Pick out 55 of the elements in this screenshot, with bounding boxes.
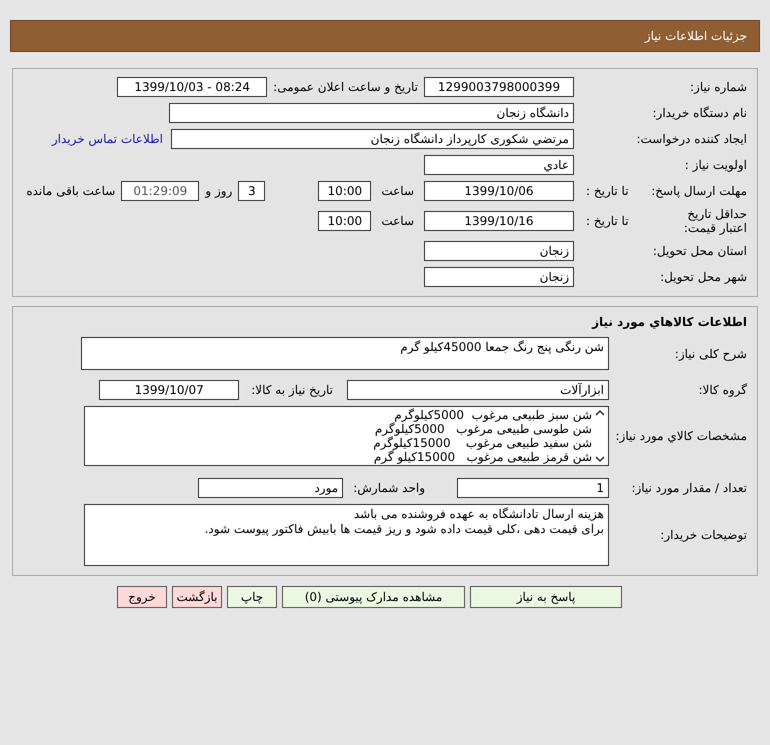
value-field: عادي	[424, 155, 574, 175]
field-label: مهلت ارسال پاسخ:	[651, 183, 747, 200]
value-field: مورد	[198, 478, 344, 498]
date-field: 1399/10/06	[424, 181, 574, 201]
field-label: شرح کلی نیاز:	[674, 346, 747, 360]
page-title: جزئیات اطلاعات نیاز	[644, 28, 747, 45]
buyer-contact-link[interactable]: اطلاعات تماس خریدار	[52, 130, 163, 148]
date-field: 1399/10/07	[99, 380, 240, 400]
description-field: شن رنگی پنج رنگ جمعا 45000کیلو گرم	[81, 337, 609, 370]
action-button[interactable]: چاپ	[227, 586, 277, 608]
action-button[interactable]: بازگشت	[172, 586, 222, 608]
field-label: ساعت باقی مانده	[26, 183, 116, 200]
field-label: گروه کالا:	[698, 383, 747, 397]
spec-line: شن سبز طبیعی مرغوب 5000کیلوگرم	[393, 408, 592, 422]
time-field: 10:00	[318, 181, 372, 201]
field-label: نام دستگاه خریدار:	[652, 106, 747, 120]
value-field: دانشگاه زنجان	[169, 103, 574, 123]
field-label: تا تاریخ :	[586, 213, 629, 230]
field-label: اولویت نیاز :	[684, 158, 747, 172]
spec-line: شن سفید طبیعی مرغوب 15000کیلوگرم	[373, 436, 592, 450]
field-label: تا تاریخ :	[586, 183, 629, 200]
field-label: ساعت	[381, 183, 414, 200]
value-field: زنجان	[424, 267, 574, 287]
time-field: 10:00	[318, 211, 372, 231]
action-button[interactable]: پاسخ به نیاز	[470, 586, 622, 608]
field-label: توضیحات خریدار:	[660, 528, 747, 542]
field-label: ایجاد کننده درخواست:	[636, 132, 747, 146]
scroll-up-icon[interactable]	[595, 409, 605, 416]
notes-field: هزینه ارسال تادانشگاه به عهده فروشنده می باشد برای قیمت دهی ،کلی قیمت داده شود و ریز قیمت ها بابیش فاکتور پیوست شود.	[84, 504, 609, 566]
field-label: روز و	[205, 183, 232, 200]
value-field: 1299003798000399	[424, 77, 574, 97]
spec-line: شن قرمز طبیعی مرغوب 15000کیلو گرم	[373, 450, 592, 464]
value-field: مرتضي شکوری کارپرداز دانشگاه زنجان	[171, 129, 574, 149]
field-label: شماره نیاز:	[690, 80, 747, 94]
field-label: شهر محل تحویل:	[660, 270, 747, 284]
field-label: تاریخ نیاز به کالا:	[251, 382, 333, 399]
section-title: اطلاعات کالاهاي مورد نیاز	[590, 314, 748, 331]
value-field: 1399/10/03 - 08:24	[117, 77, 268, 97]
field-label: مشخصات کالاي مورد نیاز:	[615, 429, 747, 443]
value-field: ابزارآلات	[347, 380, 609, 400]
days-field: 3	[238, 181, 266, 201]
spec-line: شن طوسی طبیعی مرغوب 5000کیلوگرم	[374, 422, 592, 436]
action-button[interactable]: مشاهده مدارک پیوستی (0)	[282, 586, 465, 608]
field-label: تاریخ و ساعت اعلان عمومی:	[273, 79, 418, 96]
field-label: حداقل تاریخ اعتبار قیمت:	[682, 207, 747, 235]
field-label: ساعت	[381, 213, 414, 230]
scroll-down-icon[interactable]	[595, 456, 605, 463]
value-field: زنجان	[424, 241, 574, 261]
action-button[interactable]: خروج	[117, 586, 167, 608]
value-field: 1	[457, 478, 609, 498]
remaining-time-field: 01:29:09	[121, 181, 200, 201]
field-label: استان محل تحویل:	[652, 244, 747, 258]
date-field: 1399/10/16	[424, 211, 574, 231]
field-label: تعداد / مقدار مورد نیاز:	[631, 481, 747, 495]
field-label: واحد شمارش:	[353, 480, 425, 497]
